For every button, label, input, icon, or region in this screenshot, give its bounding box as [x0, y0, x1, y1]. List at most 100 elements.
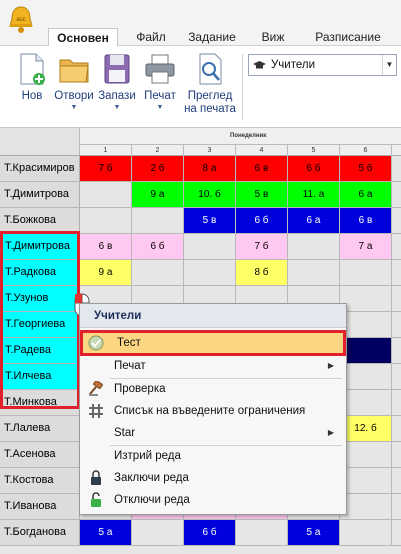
context-menu-title: Учители [80, 304, 346, 328]
lesson-cell[interactable]: 12. б [340, 416, 392, 441]
lesson-cell[interactable] [340, 312, 392, 337]
period-number: 5 [288, 145, 340, 156]
tab-view[interactable]: Виж [252, 28, 294, 46]
teacher-name[interactable]: Т.Лалева [0, 416, 80, 441]
lesson-cell[interactable] [340, 286, 392, 311]
ribbon-toolbar: Нов Отвори ▼ Запази ▼ Печат ▼ Преглед на… [0, 46, 401, 128]
save-dropdown-arrow-icon[interactable]: ▼ [96, 104, 138, 111]
new-button[interactable]: Нов [14, 52, 50, 103]
lesson-cell[interactable] [340, 260, 392, 285]
menu-item-test[interactable]: Тест [80, 330, 346, 356]
menu-item-lock-row-label: Заключи реда [114, 472, 189, 484]
menu-item-star[interactable]: Star ▶ [80, 422, 346, 444]
lesson-cell[interactable]: 6 б [236, 208, 288, 233]
open-button-label: Отвори [54, 90, 94, 102]
lesson-cell[interactable] [340, 520, 392, 545]
lesson-cell[interactable]: 5 а [80, 520, 132, 545]
lesson-cell[interactable] [132, 208, 184, 233]
lesson-cell[interactable]: 6 в [236, 156, 288, 181]
lesson-cell[interactable]: 8 а [184, 156, 236, 181]
lesson-cell[interactable]: 9 а [80, 260, 132, 285]
menu-item-delete-row[interactable]: Изтрий реда [80, 445, 346, 467]
menu-item-print[interactable]: Печат ▶ [80, 355, 346, 377]
lesson-cell[interactable] [340, 468, 392, 493]
lesson-cell[interactable]: 10. б [184, 182, 236, 207]
lesson-cell[interactable] [184, 260, 236, 285]
table-row[interactable]: Т.Красимиров 7 б2 б8 а6 в6 б5 б [0, 156, 401, 182]
menu-item-check[interactable]: Проверка [80, 378, 346, 400]
grid-corner [0, 128, 80, 156]
app-menu-bell-icon[interactable]: asc [6, 4, 36, 36]
lesson-cell[interactable] [184, 234, 236, 259]
lesson-cell[interactable]: 5 б [340, 156, 392, 181]
print-preview-button[interactable]: Преглед на печата [182, 52, 238, 116]
chevron-down-icon[interactable]: ▼ [382, 55, 396, 75]
lesson-cell[interactable] [132, 520, 184, 545]
lesson-cell[interactable]: 7 б [236, 234, 288, 259]
save-button[interactable]: Запази ▼ [96, 52, 138, 111]
print-dropdown-arrow-icon[interactable]: ▼ [140, 104, 180, 111]
teacher-name[interactable]: Т.Костова [0, 468, 80, 493]
period-number: 2 [132, 145, 184, 156]
lesson-cell[interactable]: 6 б [184, 520, 236, 545]
folder-icon [59, 59, 89, 83]
lesson-cell[interactable] [340, 364, 392, 389]
lesson-cell[interactable]: 8 б [236, 260, 288, 285]
menu-item-constraints-list[interactable]: Списък на въведените ограничения [80, 400, 346, 422]
lesson-cell[interactable] [80, 208, 132, 233]
teacher-name[interactable]: Т.Красимиров [0, 156, 80, 181]
lesson-cell[interactable] [132, 260, 184, 285]
ribbon-tab-bar: asc Основен Файл Задание Виж Разписание [0, 0, 401, 47]
menu-item-unlock-row[interactable]: Отключи реда [80, 489, 346, 511]
print-button[interactable]: Печат ▼ [140, 52, 180, 111]
lesson-cell[interactable]: 6 в [340, 208, 392, 233]
teacher-name[interactable]: Т.Димитрова [0, 182, 80, 207]
unlock-icon [91, 492, 101, 507]
lesson-cell[interactable]: 6 б [132, 234, 184, 259]
lesson-cell[interactable]: 9 а [132, 182, 184, 207]
lesson-cell[interactable]: 11. а [288, 182, 340, 207]
lock-icon [91, 470, 101, 485]
lesson-cell[interactable]: 5 а [288, 520, 340, 545]
lesson-cell[interactable]: 6 а [288, 208, 340, 233]
tab-schedule[interactable]: Разписание [306, 28, 390, 46]
open-button[interactable]: Отвори ▼ [52, 52, 96, 111]
menu-item-constraints-label: Списък на въведените ограничения [114, 405, 306, 417]
lesson-cell[interactable]: 7 а [340, 234, 392, 259]
view-select-dropdown[interactable]: Учители ▼ [248, 54, 397, 76]
lesson-cell[interactable] [288, 234, 340, 259]
menu-item-delete-row-label: Изтрий реда [114, 450, 181, 462]
lesson-cell[interactable]: 5 в [184, 208, 236, 233]
table-row[interactable]: Т.Богданова 5 а6 б5 а [0, 520, 401, 546]
teacher-name[interactable]: Т.Асенова [0, 442, 80, 467]
print-button-label: Печат [144, 90, 176, 102]
teacher-names-highlight [0, 231, 80, 409]
lesson-cell[interactable] [340, 442, 392, 467]
teacher-name[interactable]: Т.Иванова [0, 494, 80, 519]
new-button-label: Нов [21, 90, 43, 102]
lesson-cell[interactable] [340, 338, 392, 363]
lesson-cell[interactable] [340, 390, 392, 415]
lesson-cell[interactable]: 6 б [288, 156, 340, 181]
submenu-arrow-icon: ▶ [327, 361, 334, 370]
tab-assignment[interactable]: Задание [180, 28, 244, 46]
lesson-cell[interactable]: 5 в [236, 182, 288, 207]
period-header: 123456 [80, 145, 401, 156]
lesson-cell[interactable] [80, 182, 132, 207]
lesson-cell[interactable] [288, 260, 340, 285]
teacher-name[interactable]: Т.Божкова [0, 208, 80, 233]
day-header: Понеделник [80, 128, 401, 145]
period-number: 1 [80, 145, 132, 156]
lesson-cell[interactable]: 2 б [132, 156, 184, 181]
tab-main[interactable]: Основен [48, 28, 118, 47]
table-row[interactable]: Т.Димитрова 9 а 10. б5 в 11. а6 а [0, 182, 401, 208]
lesson-cell[interactable]: 7 б [80, 156, 132, 181]
menu-item-lock-row[interactable]: Заключи реда [80, 467, 346, 489]
lesson-cell[interactable] [236, 520, 288, 545]
lesson-cell[interactable] [340, 494, 392, 519]
lesson-cell[interactable]: 6 в [80, 234, 132, 259]
teacher-name[interactable]: Т.Богданова [0, 520, 80, 545]
lesson-cell[interactable]: 6 а [340, 182, 392, 207]
open-dropdown-arrow-icon[interactable]: ▼ [52, 104, 96, 111]
tab-file[interactable]: Файл [128, 28, 174, 46]
